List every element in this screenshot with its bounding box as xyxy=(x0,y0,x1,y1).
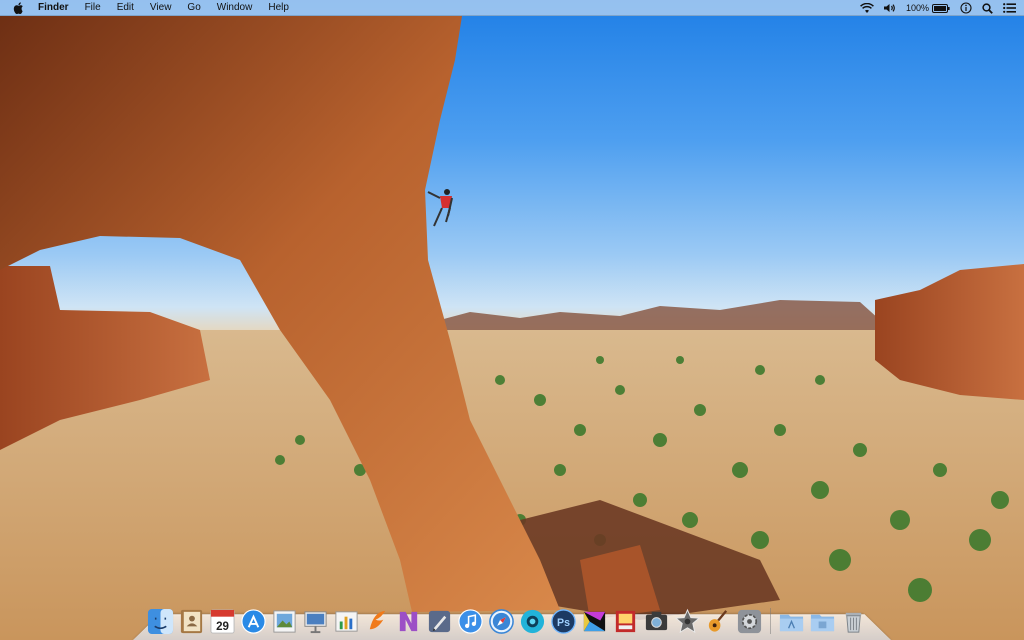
itunes-icon[interactable] xyxy=(456,607,485,636)
onenote-icon[interactable] xyxy=(394,607,423,636)
keynote-icon[interactable] xyxy=(301,607,330,636)
menu-bar: Finder File Edit View Go Window Help 100… xyxy=(0,0,1024,16)
user-info-icon[interactable] xyxy=(960,0,972,16)
contacts-icon[interactable] xyxy=(177,607,206,636)
desktop-wallpaper xyxy=(0,0,1024,640)
calendar-day: 29 xyxy=(216,621,229,633)
menu-file[interactable]: File xyxy=(77,0,109,16)
svg-text:Ps: Ps xyxy=(557,617,570,629)
system-preferences-icon[interactable] xyxy=(735,607,764,636)
final-cut-icon[interactable] xyxy=(580,607,609,636)
numbers-icon[interactable] xyxy=(332,607,361,636)
applications-folder-icon[interactable] xyxy=(777,607,806,636)
menu-edit[interactable]: Edit xyxy=(109,0,142,16)
pen-tool-icon[interactable] xyxy=(425,607,454,636)
garageband-icon[interactable] xyxy=(704,607,733,636)
calendar-icon[interactable]: 29 xyxy=(208,607,237,636)
menu-help[interactable]: Help xyxy=(260,0,297,16)
volume-icon[interactable] xyxy=(883,0,896,16)
battery-status[interactable]: 100% xyxy=(906,0,950,16)
apple-menu-icon[interactable] xyxy=(12,1,24,14)
spotlight-search-icon[interactable] xyxy=(982,0,993,16)
camera-app-icon[interactable] xyxy=(518,607,547,636)
menu-window[interactable]: Window xyxy=(209,0,261,16)
menu-bar-left: Finder File Edit View Go Window Help xyxy=(0,0,297,16)
imovie-icon[interactable] xyxy=(673,607,702,636)
desert-arch-scene xyxy=(0,16,1024,640)
wifi-icon[interactable] xyxy=(860,0,874,16)
notification-center-icon[interactable] xyxy=(1003,0,1016,16)
photoshop-icon[interactable]: Ps xyxy=(549,607,578,636)
dock: 29 Ps xyxy=(146,602,868,636)
image-capture-icon[interactable] xyxy=(642,607,671,636)
preview-icon[interactable] xyxy=(270,607,299,636)
menu-go[interactable]: Go xyxy=(179,0,208,16)
safari-icon[interactable] xyxy=(487,607,516,636)
documents-folder-icon[interactable] xyxy=(808,607,837,636)
app-store-icon[interactable] xyxy=(239,607,268,636)
trash-icon[interactable] xyxy=(839,607,868,636)
menu-view[interactable]: View xyxy=(142,0,180,16)
menu-bar-status: 100% xyxy=(860,0,1016,16)
photo-booth-icon[interactable] xyxy=(611,607,640,636)
climber-figure xyxy=(427,189,453,227)
pages-icon[interactable] xyxy=(363,607,392,636)
menu-app-finder[interactable]: Finder xyxy=(38,0,77,16)
battery-percent: 100% xyxy=(905,3,929,13)
finder-icon[interactable] xyxy=(146,607,175,636)
dock-separator xyxy=(770,608,771,634)
battery-icon xyxy=(932,0,950,16)
